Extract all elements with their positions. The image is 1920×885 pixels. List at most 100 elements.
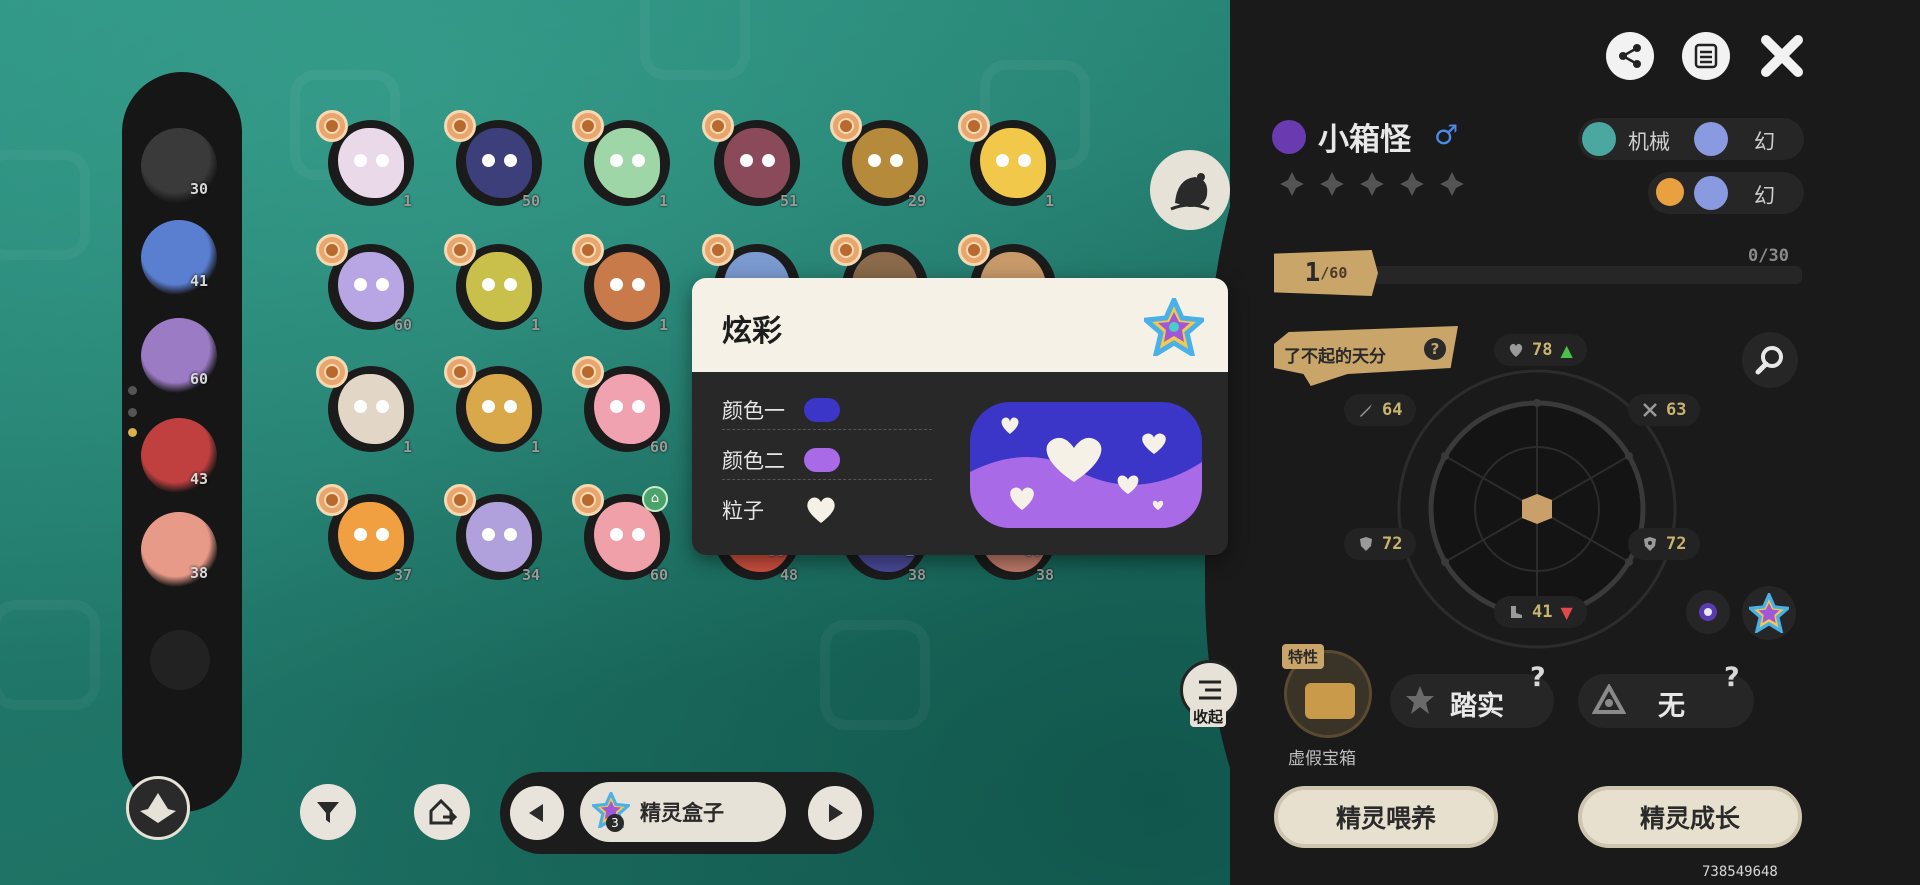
level-max: /60 bbox=[1320, 264, 1348, 282]
pet-pose-button[interactable] bbox=[1150, 150, 1230, 230]
pet-card[interactable]: 60 ⌂ bbox=[572, 484, 672, 584]
mechanical-type-icon bbox=[1582, 122, 1616, 156]
color-one-label: 颜色一 bbox=[722, 398, 785, 423]
wizard-hat-icon bbox=[140, 793, 176, 823]
star-icon bbox=[1440, 172, 1464, 196]
pet-element-badge-icon bbox=[444, 356, 476, 388]
pet-card[interactable]: 1 bbox=[572, 110, 672, 210]
star-ability-icon bbox=[1406, 686, 1434, 714]
sparkle-eye-icon bbox=[1699, 603, 1717, 621]
pet-card[interactable]: 1 bbox=[572, 234, 672, 334]
background-pattern bbox=[0, 150, 90, 260]
pet-level: 38 bbox=[1035, 566, 1054, 584]
crossed-wands-icon bbox=[1643, 403, 1657, 417]
heart-icon bbox=[1509, 343, 1523, 357]
empty-team-slot[interactable] bbox=[150, 630, 210, 690]
zoom-button[interactable] bbox=[1742, 332, 1798, 388]
pet-card[interactable]: 1 bbox=[444, 234, 544, 334]
pet-level: 29 bbox=[907, 192, 926, 210]
pet-card[interactable]: 60 bbox=[316, 234, 416, 334]
shield-icon bbox=[1360, 537, 1372, 551]
arrow-right-icon bbox=[829, 804, 843, 822]
star-icon bbox=[1280, 172, 1304, 196]
magnifier-icon bbox=[1755, 346, 1783, 375]
pet-level: 51 bbox=[779, 192, 798, 210]
ability-2-help[interactable]: ? bbox=[1724, 662, 1740, 693]
close-icon bbox=[1761, 35, 1803, 77]
pet-level: 1 bbox=[658, 316, 668, 334]
next-box-button[interactable] bbox=[808, 786, 862, 840]
pet-level: 1 bbox=[530, 438, 540, 456]
stat-up-arrow: ▲ bbox=[1560, 340, 1573, 360]
color-one-swatch bbox=[804, 397, 840, 422]
boot-icon bbox=[1511, 606, 1522, 618]
shiny-star-icon bbox=[1749, 593, 1789, 633]
triangle-ability-icon bbox=[1592, 684, 1626, 714]
color-two-row: 颜色二 bbox=[722, 440, 932, 480]
share-icon bbox=[1619, 44, 1641, 68]
background-pattern bbox=[820, 620, 930, 730]
stat-hp: 78 ▲ bbox=[1494, 334, 1587, 366]
pet-level: 1 bbox=[402, 438, 412, 456]
prev-box-button[interactable] bbox=[510, 786, 564, 840]
stat-speed: 41 ▼ bbox=[1494, 596, 1587, 628]
pet-level: 60 bbox=[649, 438, 668, 456]
pet-name: 小箱怪 bbox=[1318, 122, 1411, 158]
pet-element-badge-icon bbox=[702, 110, 734, 142]
pet-card[interactable]: 1 bbox=[958, 110, 1058, 210]
pet-card[interactable]: 29 bbox=[830, 110, 930, 210]
filter-button[interactable] bbox=[300, 784, 356, 840]
pet-card[interactable]: 1 bbox=[444, 356, 544, 456]
pet-element-badge-icon bbox=[444, 234, 476, 266]
illusion-type-icon bbox=[1694, 122, 1728, 156]
level-badge: 1 /60 bbox=[1274, 250, 1378, 296]
share-button[interactable] bbox=[1606, 32, 1654, 80]
pet-element-badge-icon bbox=[572, 356, 604, 388]
pet-element-badge-icon bbox=[316, 234, 348, 266]
scroll-dot bbox=[128, 408, 137, 417]
pet-element-badge-icon bbox=[316, 356, 348, 388]
collapse-label[interactable]: 收起 bbox=[1190, 706, 1227, 727]
type-1: 机械 bbox=[1628, 130, 1670, 154]
shiny-star-icon bbox=[1144, 298, 1204, 356]
shiny-button[interactable] bbox=[1742, 586, 1796, 640]
pet-card[interactable]: 34 bbox=[444, 484, 544, 584]
user-id: 738549648 bbox=[1702, 864, 1778, 880]
storage-exit-button[interactable] bbox=[414, 784, 470, 840]
pet-card[interactable]: 1 bbox=[316, 356, 416, 456]
box-count-badge: 3 bbox=[606, 814, 624, 832]
question-icon: ? bbox=[1424, 338, 1446, 360]
color-two-swatch bbox=[804, 447, 840, 472]
list-collapse-icon bbox=[1199, 680, 1221, 700]
pet-card[interactable]: 37 bbox=[316, 484, 416, 584]
pet-element-badge-icon bbox=[830, 234, 862, 266]
box-selector[interactable]: 3 精灵盒子 bbox=[580, 782, 786, 842]
stat-attack: 64 bbox=[1344, 394, 1417, 426]
star-icon bbox=[1320, 172, 1344, 196]
exp-bar bbox=[1370, 266, 1802, 284]
grow-pet-button[interactable]: 精灵成长 bbox=[1578, 786, 1802, 848]
background-pattern bbox=[640, 0, 750, 80]
trait-tag: 特性 bbox=[1282, 644, 1325, 669]
pet-card[interactable]: 60 bbox=[572, 356, 672, 456]
evolve-button[interactable] bbox=[1686, 590, 1730, 634]
ability-1-help[interactable]: ? bbox=[1530, 662, 1546, 693]
pet-mode-button[interactable] bbox=[126, 776, 190, 840]
pet-card[interactable]: 51 bbox=[702, 110, 802, 210]
trait-name: 虚假宝箱 bbox=[1288, 749, 1356, 769]
star-icon bbox=[1360, 172, 1384, 196]
list-button[interactable] bbox=[1682, 32, 1730, 80]
particle-row: 粒子 bbox=[722, 490, 932, 530]
talent-label: 了不起的天分 bbox=[1284, 347, 1386, 367]
color-one-row: 颜色一 bbox=[722, 390, 932, 430]
close-button[interactable] bbox=[1756, 30, 1808, 82]
type-3: 幻 bbox=[1754, 184, 1775, 208]
pet-element-badge-icon bbox=[316, 484, 348, 516]
team-pet-level: 41 bbox=[190, 272, 209, 290]
feed-pet-button[interactable]: 精灵喂养 bbox=[1274, 786, 1498, 848]
pet-card[interactable]: 50 bbox=[444, 110, 544, 210]
team-pet-level: 60 bbox=[190, 370, 209, 388]
filter-icon bbox=[317, 802, 339, 823]
list-icon bbox=[1694, 43, 1718, 69]
pet-card[interactable]: 1 bbox=[316, 110, 416, 210]
